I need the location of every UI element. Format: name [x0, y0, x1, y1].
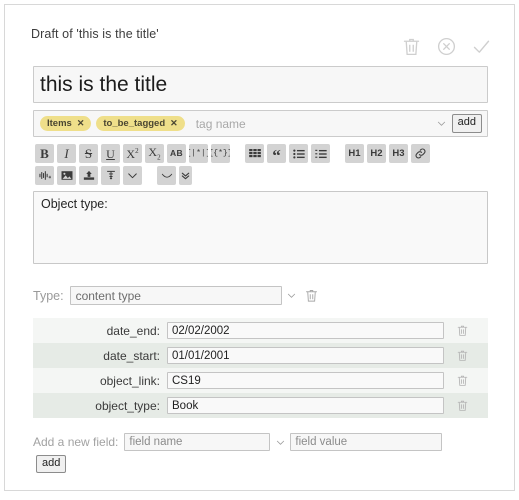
editor-inner: Draft of 'this is the title' this is the…	[5, 5, 514, 490]
heading-3-button[interactable]: H3	[389, 144, 408, 163]
field-key-label: date_end:	[106, 323, 160, 338]
new-field-value-input[interactable]	[290, 433, 443, 451]
heading-1-button[interactable]: H1	[345, 144, 364, 163]
metadata-fields-table: date_end: date_start:	[33, 318, 488, 418]
brace-button[interactable]: {{*}}	[211, 144, 230, 163]
tag-chip-remove-icon[interactable]: ✕	[77, 118, 85, 129]
field-value-input[interactable]	[167, 322, 444, 339]
table-button[interactable]	[245, 144, 264, 163]
unordered-list-button[interactable]	[289, 144, 308, 163]
chevron-down-icon[interactable]	[282, 290, 302, 301]
cancel-icon[interactable]	[436, 36, 457, 57]
superscript-button[interactable]: X2	[123, 144, 142, 163]
table-row: date_end:	[33, 318, 488, 343]
field-value-input[interactable]	[167, 397, 444, 414]
double-chevron-down-icon[interactable]	[179, 166, 192, 185]
delete-icon[interactable]	[456, 349, 469, 362]
table-row: date_start:	[33, 343, 488, 368]
smile-icon[interactable]	[157, 166, 176, 185]
strikethrough-button[interactable]: S	[79, 144, 98, 163]
image-icon[interactable]	[57, 166, 76, 185]
tag-chip[interactable]: Items ✕	[40, 116, 92, 131]
format-toolbar: B I S U X2 X2 AB [|*|] {{*}}	[35, 144, 495, 188]
italic-button[interactable]: I	[57, 144, 76, 163]
field-key-label: date_start:	[103, 348, 160, 363]
add-new-field-row: Add a new field:	[33, 433, 443, 451]
add-field-button[interactable]: add	[36, 455, 67, 474]
delete-icon[interactable]	[401, 36, 422, 57]
audio-icon[interactable]	[35, 166, 54, 185]
code-button[interactable]: [|*|]	[189, 144, 208, 163]
format-toolbar-row-1: B I S U X2 X2 AB [|*|] {{*}}	[35, 144, 495, 163]
tag-chip-label: Items	[47, 118, 72, 129]
heading-2-button[interactable]: H2	[367, 144, 386, 163]
delete-icon[interactable]	[456, 324, 469, 337]
tag-chip-remove-icon[interactable]: ✕	[170, 118, 178, 129]
tag-name-input[interactable]	[189, 115, 432, 132]
body-textarea[interactable]	[33, 191, 488, 264]
upload-icon[interactable]	[79, 166, 98, 185]
header-actions	[401, 36, 492, 57]
add-tag-button[interactable]: add	[451, 114, 482, 133]
underline-button[interactable]: U	[101, 144, 120, 163]
blockquote-button[interactable]: “	[267, 144, 286, 163]
confirm-icon[interactable]	[471, 36, 492, 57]
field-value-input[interactable]	[167, 347, 444, 364]
field-value-input[interactable]	[167, 372, 444, 389]
anchor-icon[interactable]	[101, 166, 120, 185]
chevron-down-icon[interactable]	[123, 166, 142, 185]
delete-icon[interactable]	[456, 374, 469, 387]
tag-chip-label: to_be_tagged	[103, 118, 166, 129]
content-type-label: Type:	[33, 288, 64, 303]
chevron-down-icon[interactable]	[432, 113, 452, 135]
field-key-label: object_type:	[95, 398, 160, 413]
add-new-field-label: Add a new field:	[33, 435, 119, 449]
link-icon[interactable]	[411, 144, 430, 163]
delete-icon[interactable]	[304, 288, 319, 303]
table-row: object_link:	[33, 368, 488, 393]
draft-title-label: Draft of 'this is the title'	[31, 27, 159, 41]
tag-bar: Items ✕ to_be_tagged ✕ add	[33, 110, 488, 137]
editor-page: Draft of 'this is the title' this is the…	[4, 4, 515, 491]
content-type-input[interactable]	[69, 286, 282, 305]
bold-button[interactable]: B	[35, 144, 54, 163]
new-field-name-input[interactable]	[124, 433, 271, 451]
title-input[interactable]	[33, 66, 488, 103]
field-key-label: object_link:	[99, 373, 160, 388]
abbreviation-button[interactable]: AB	[167, 144, 186, 163]
table-row: object_type:	[33, 393, 488, 418]
delete-icon[interactable]	[456, 399, 469, 412]
ordered-list-button[interactable]	[311, 144, 330, 163]
subscript-button[interactable]: X2	[145, 144, 164, 163]
content-type-row: Type:	[33, 286, 319, 305]
tag-chip[interactable]: to_be_tagged ✕	[96, 116, 185, 131]
chevron-down-icon[interactable]	[270, 437, 290, 448]
format-toolbar-row-2	[35, 166, 495, 185]
